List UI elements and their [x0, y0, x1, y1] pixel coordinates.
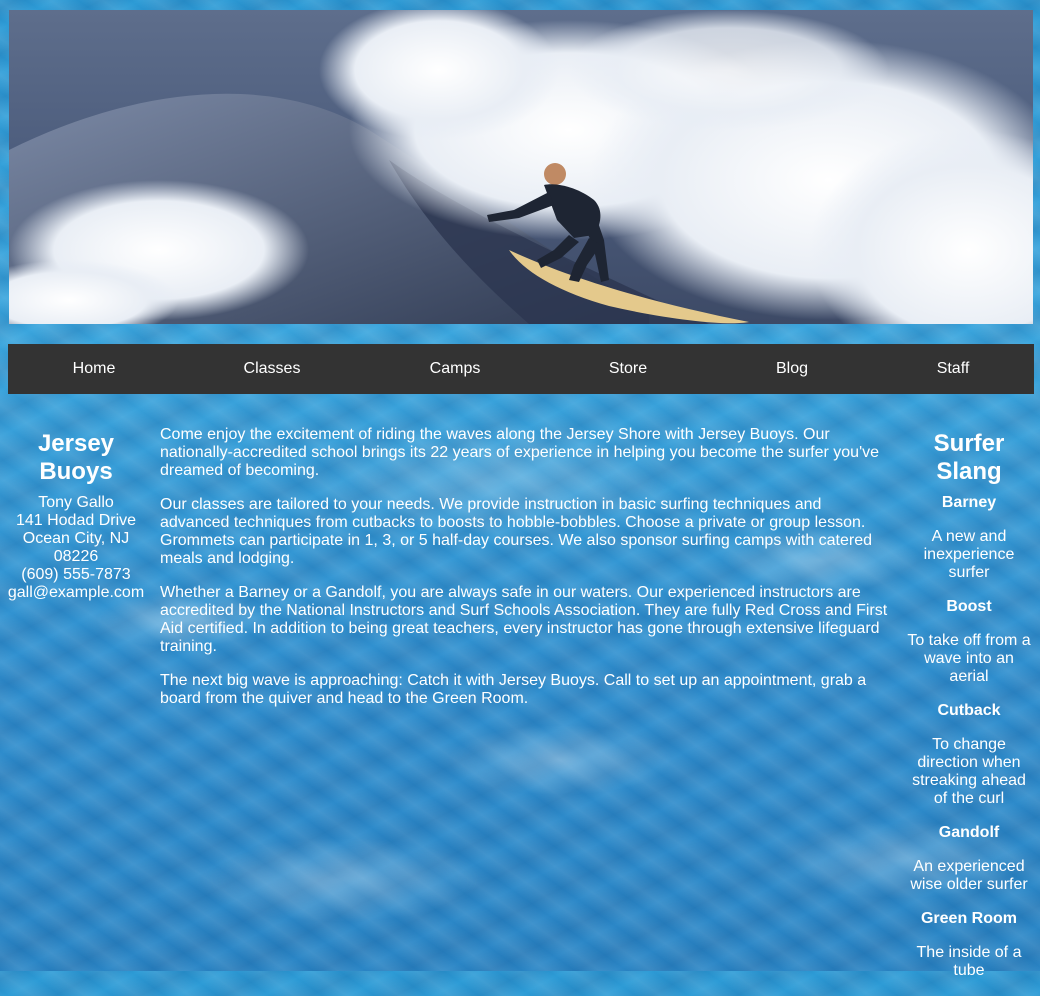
nav-store-link[interactable]: Store	[609, 344, 647, 394]
contact-phone: (609) 555-7873	[21, 566, 131, 583]
safety-paragraph: Whether a Barney or a Gandolf, you are a…	[160, 584, 888, 655]
nav-classes-link[interactable]: Classes	[244, 344, 301, 394]
slang-definition: To take off from a wave into an aerial	[907, 632, 1031, 685]
contact-sidebar: Jersey Buoys Tony Gallo 141 Hodad Drive …	[6, 430, 146, 602]
slang-term: Gandolf	[938, 824, 1000, 841]
slang-definition: An experienced wise older surfer	[910, 858, 1028, 893]
slang-term: Barney	[941, 494, 997, 511]
slang-definition: A new and inexperience surfer	[923, 528, 1015, 581]
main-navigation: Home Classes Camps Store Blog Staff	[8, 344, 1034, 394]
hero-image	[9, 10, 1033, 324]
nav-camps-link[interactable]: Camps	[430, 344, 481, 394]
contact-email: gall@example.com	[7, 584, 145, 601]
contact-city: Ocean City, NJ	[22, 530, 130, 547]
nav-home-link[interactable]: Home	[73, 344, 116, 394]
intro-paragraph: Come enjoy the excitement of riding the …	[160, 426, 880, 479]
classes-paragraph: Our classes are tailored to your needs. …	[160, 496, 873, 567]
contact-street: 141 Hodad Drive	[15, 512, 137, 529]
nav-blog-link[interactable]: Blog	[776, 344, 808, 394]
slang-term: Boost	[946, 598, 992, 615]
slang-list: Barney A new and inexperience surfer Boo…	[904, 494, 1034, 980]
contact-name: Tony Gallo	[38, 494, 114, 511]
main-content: Come enjoy the excitement of riding the …	[160, 426, 890, 724]
slang-sidebar: Surfer Slang Barney A new and inexperien…	[904, 430, 1034, 996]
business-name-heading: Jersey Buoys	[37, 430, 115, 485]
surfer-wave-illustration	[9, 10, 1033, 324]
slang-definition: The inside of a tube	[916, 944, 1022, 979]
slang-definition: To change direction when streaking ahead…	[912, 736, 1026, 807]
slang-term: Cutback	[937, 702, 1001, 719]
slang-heading: Surfer Slang	[933, 430, 1005, 485]
call-to-action-paragraph: The next big wave is approaching: Catch …	[160, 672, 867, 707]
slang-term: Green Room	[920, 910, 1017, 927]
nav-staff-link[interactable]: Staff	[937, 344, 970, 394]
contact-zip: 08226	[53, 548, 99, 565]
